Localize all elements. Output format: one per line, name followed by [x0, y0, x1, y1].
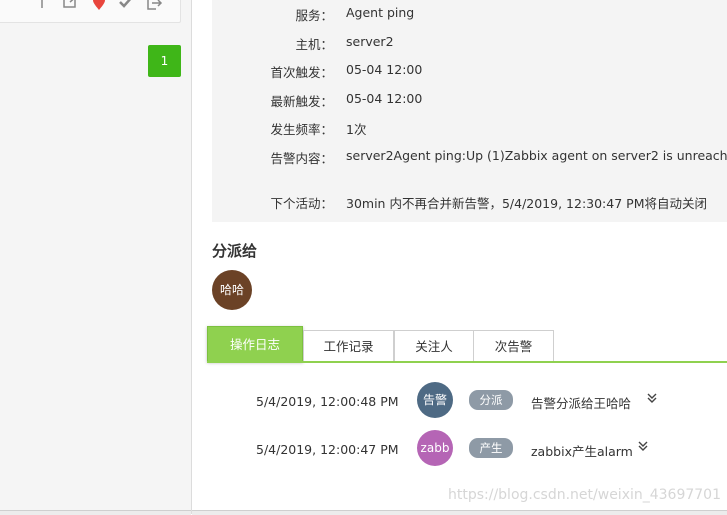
- alarm-info-panel: 服务： Agent ping 主机： server2 首次触发： 05-04 1…: [212, 0, 727, 222]
- next-action-value: 30min 内不再合并新告警，5/4/2019, 12:30:47 PM将自动关…: [346, 196, 707, 211]
- detail-tabs: 操作日志 工作记录 关注人 次告警: [207, 326, 727, 362]
- chevron-down-icon[interactable]: [645, 391, 659, 405]
- log-item: 5/4/2019, 12:00:47 PM zabb 产生 zabbix产生al…: [192, 430, 727, 470]
- service-label: 服务：: [295, 8, 333, 23]
- first-trigger-label: 首次触发：: [270, 65, 333, 80]
- content-row: 告警内容： server2Agent ping:Up (1)Zabbix age…: [212, 148, 727, 168]
- exit-icon[interactable]: [145, 0, 163, 12]
- frequency-label: 发生频率：: [270, 122, 333, 137]
- host-value: server2: [346, 34, 394, 49]
- tabs-underline: [207, 361, 727, 363]
- log-item: 5/4/2019, 12:00:48 PM 告警 分派 告警分派给王哈哈: [192, 382, 727, 422]
- pin-icon[interactable]: [90, 0, 108, 12]
- tab-operation-log[interactable]: 操作日志: [207, 326, 303, 362]
- next-action-row: 下个活动： 30min 内不再合并新告警，5/4/2019, 12:30:47 …: [212, 193, 727, 213]
- log-avatar: zabb: [417, 430, 453, 466]
- tab-sub-alarms[interactable]: 次告警: [473, 330, 554, 361]
- bottom-bar: [192, 510, 727, 515]
- tab-work-record[interactable]: 工作记录: [303, 330, 394, 361]
- log-time: 5/4/2019, 12:00:47 PM: [256, 442, 399, 457]
- frequency-value: 1次: [346, 122, 367, 137]
- alarm-detail-panel: 服务： Agent ping 主机： server2 首次触发： 05-04 1…: [192, 0, 727, 515]
- assignee-avatar[interactable]: 哈哈: [212, 270, 252, 310]
- log-type-tag: 产生: [469, 438, 513, 458]
- log-time: 5/4/2019, 12:00:48 PM: [256, 394, 399, 409]
- service-row: 服务： Agent ping: [212, 5, 727, 25]
- next-action-label: 下个活动：: [270, 196, 333, 211]
- latest-trigger-label: 最新触发：: [270, 94, 333, 109]
- sidebar-bottom-bar: [0, 510, 191, 515]
- first-trigger-value: 05-04 12:00: [346, 62, 423, 77]
- alarm-action-bar: [0, 0, 181, 23]
- log-avatar: 告警: [417, 382, 453, 418]
- frequency-row: 发生频率： 1次: [212, 119, 727, 139]
- watermark: https://blog.csdn.net/weixin_43697701: [447, 487, 721, 503]
- sidebar: 1: [0, 0, 192, 515]
- log-type-tag: 分派: [469, 390, 513, 410]
- chevron-down-icon[interactable]: [636, 439, 650, 453]
- check-icon[interactable]: [117, 0, 135, 12]
- latest-trigger-value: 05-04 12:00: [346, 91, 423, 106]
- content-label: 告警内容：: [270, 151, 333, 166]
- tab-followers[interactable]: 关注人: [394, 330, 474, 361]
- assign-section-title: 分派给: [212, 242, 258, 260]
- flag-icon[interactable]: [38, 0, 56, 12]
- content-value: server2Agent ping:Up (1)Zabbix agent on …: [346, 148, 727, 163]
- first-trigger-row: 首次触发： 05-04 12:00: [212, 62, 727, 82]
- alarm-count-badge[interactable]: 1: [148, 45, 181, 77]
- host-label: 主机：: [295, 37, 333, 52]
- log-description: zabbix产生alarm: [531, 444, 633, 459]
- host-row: 主机： server2: [212, 34, 727, 54]
- log-description: 告警分派给王哈哈: [531, 396, 632, 411]
- service-value: Agent ping: [346, 5, 415, 20]
- share-icon[interactable]: [62, 0, 80, 12]
- latest-trigger-row: 最新触发： 05-04 12:00: [212, 91, 727, 111]
